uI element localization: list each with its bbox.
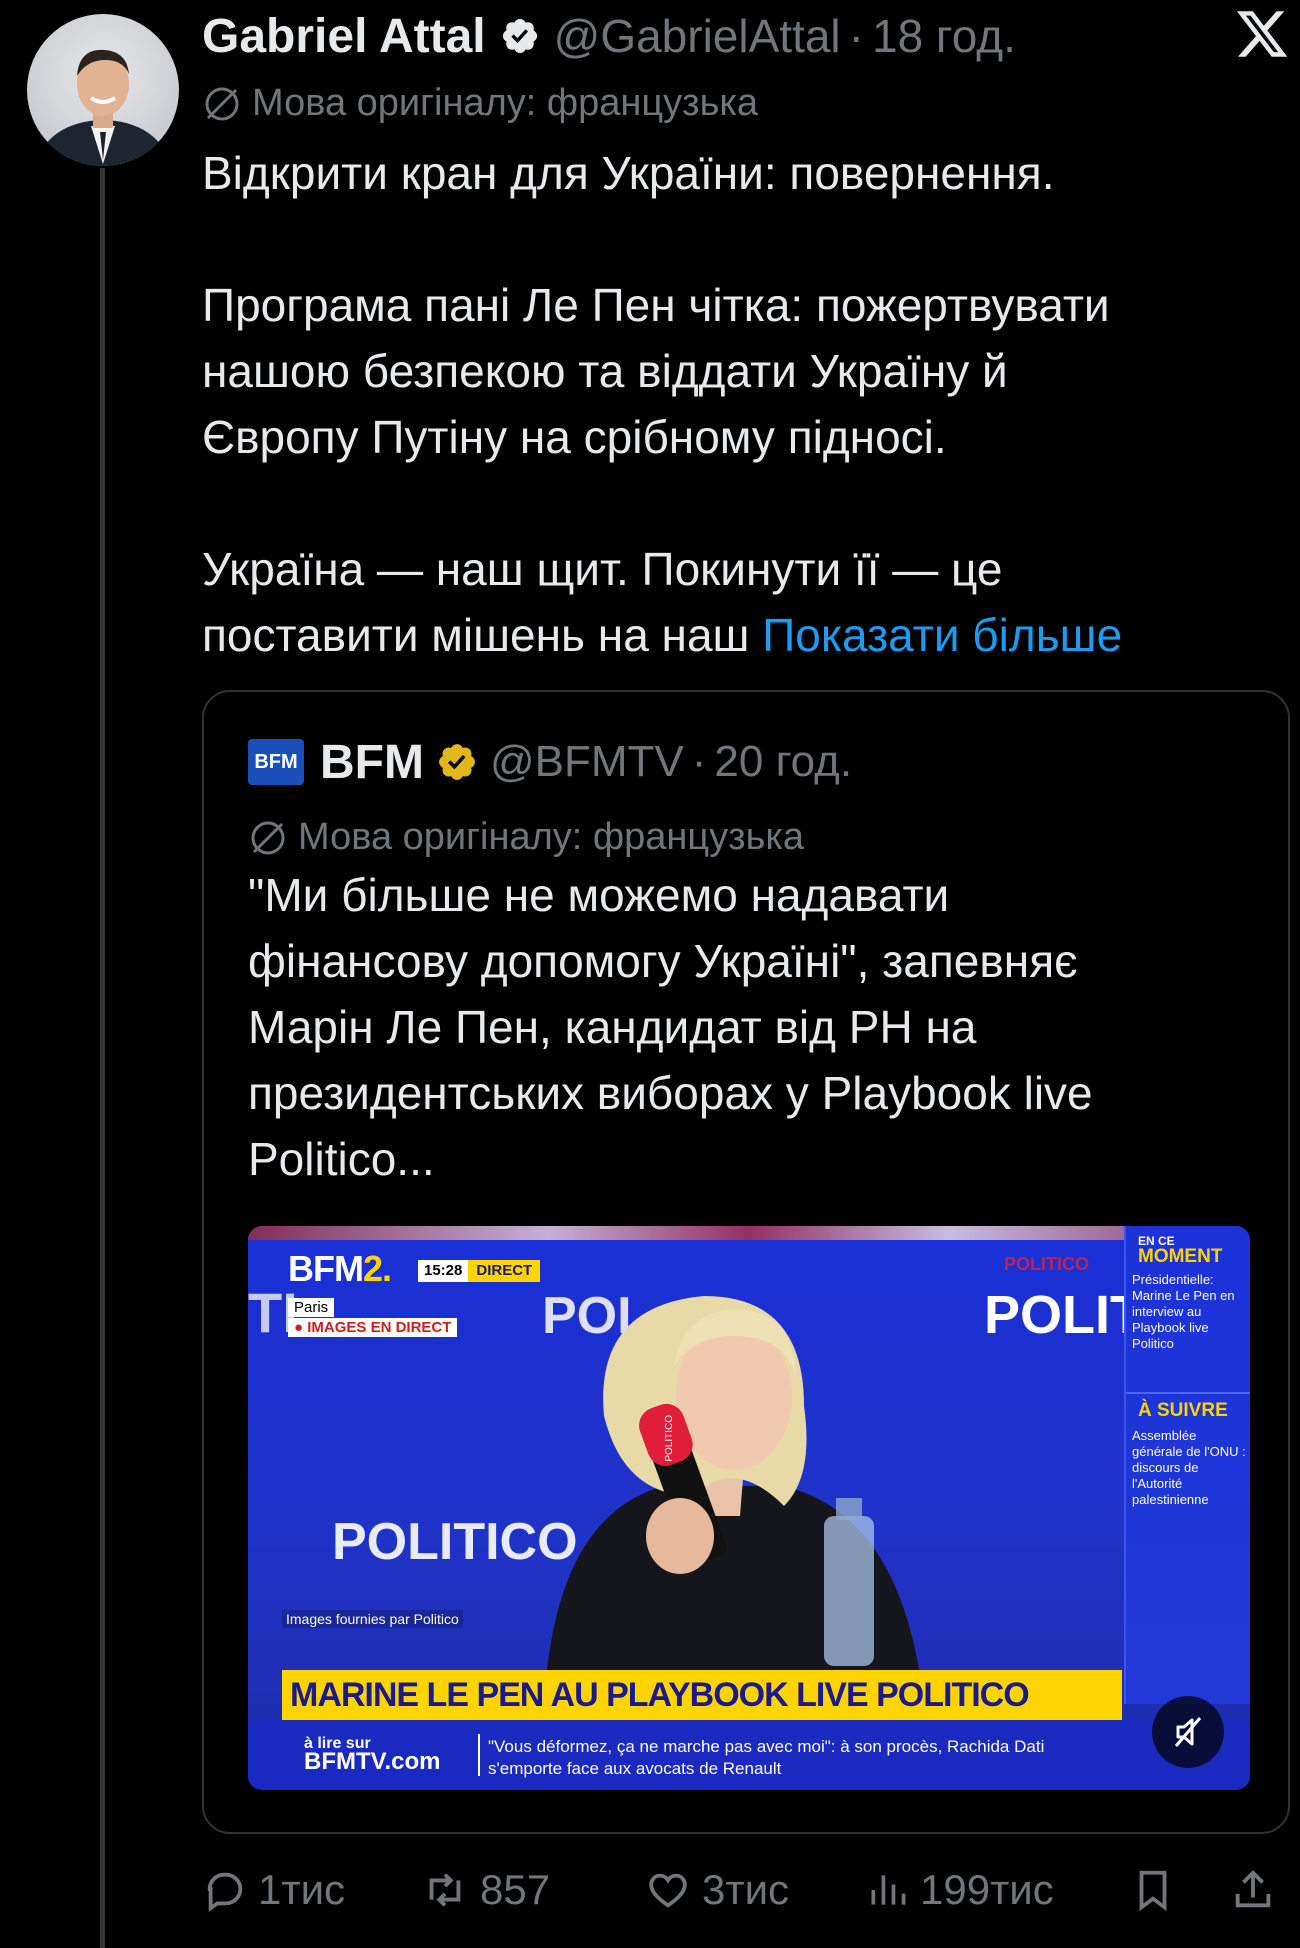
quoted-header-separator: · xyxy=(691,737,707,786)
ticker-divider xyxy=(478,1734,480,1776)
news-ticker: "Vous déformez, ça ne marche pas avec mo… xyxy=(488,1737,1045,1778)
quoted-author-handle[interactable]: @BFMTV xyxy=(490,737,684,787)
video-side-panel: EN CE MOMENT Présidentielle: Marine Le P… xyxy=(1124,1226,1250,1704)
reply-icon xyxy=(207,1872,243,1912)
tweet-paragraph-1: Відкрити кран для України: повернення. xyxy=(202,147,1055,199)
bfm-avatar[interactable]: BFM xyxy=(248,739,304,785)
quoted-line: фінансову допомогу Україні", запевняє xyxy=(248,935,1078,987)
reply-button[interactable]: 1тис xyxy=(202,1860,345,1920)
side-suivre: À SUIVRE xyxy=(1138,1400,1228,1421)
share-icon xyxy=(1235,1870,1271,1908)
verified-badge-icon xyxy=(500,16,540,56)
speaker-muted-icon xyxy=(1174,1717,1202,1747)
views-button[interactable]: 199тис xyxy=(866,1860,1054,1920)
bookmark-icon xyxy=(1139,1870,1167,1912)
quoted-line: Politico... xyxy=(248,1133,435,1185)
quoted-translation-note: Мова оригіналу: французька xyxy=(248,816,804,859)
tweet-line: поставити мішень на наш Показати більше xyxy=(202,602,1262,668)
translation-note-text: Мова оригіналу: французька xyxy=(298,816,804,858)
author-handle[interactable]: @GabrielAttal xyxy=(554,9,841,63)
video-player[interactable]: TI POI POLITICO POLIT POLITICO POLITICO … xyxy=(248,1226,1250,1790)
repost-icon xyxy=(429,1873,461,1907)
video-headline-banner: MARINE LE PEN AU PLAYBOOK LIVE POLITICO xyxy=(282,1670,1122,1720)
tweet-text: Відкрити кран для України: повернення. П… xyxy=(202,140,1262,668)
heart-icon xyxy=(649,1873,687,1908)
bookmark-button[interactable] xyxy=(1130,1860,1186,1920)
video-bg-text: POLIT xyxy=(984,1285,1143,1345)
translate-icon xyxy=(202,84,242,124)
quoted-line: Марін Ле Пен, кандидат від РН на xyxy=(248,1001,977,1053)
channel-logo: BFM2. xyxy=(288,1248,392,1290)
repost-button[interactable]: 857 xyxy=(420,1860,550,1920)
tweet-line: Україна — наш щит. Покинути її — це xyxy=(202,543,1003,595)
views-count: 199тис xyxy=(920,1866,1054,1913)
live-images-label: ● IMAGES EN DIRECT xyxy=(288,1318,458,1337)
show-more-link[interactable]: Показати більше xyxy=(762,609,1122,661)
quoted-author-name[interactable]: BFM xyxy=(320,735,424,790)
location-label: Paris xyxy=(288,1298,335,1317)
views-chart-icon xyxy=(871,1875,906,1905)
like-button[interactable]: 3тис xyxy=(644,1860,789,1920)
reply-count: 1тис xyxy=(258,1866,346,1913)
read-on-site: à lire sur BFMTV.com xyxy=(304,1736,441,1775)
translation-note: Мова оригіналу: французька xyxy=(202,82,758,125)
live-time-box: 15:28 DIRECT xyxy=(418,1260,541,1282)
speaker-figure: POLITICO xyxy=(544,1296,924,1706)
side-divider xyxy=(1126,1392,1250,1394)
side-moment-text: Présidentielle: Marine Le Pen en intervi… xyxy=(1132,1272,1235,1351)
direct-label: DIRECT xyxy=(468,1260,541,1282)
tweet-header: Gabriel Attal @GabrielAttal · 18 год. xyxy=(202,6,1016,66)
author-name[interactable]: Gabriel Attal xyxy=(202,9,486,64)
channel-logo-text: BFM xyxy=(288,1248,364,1289)
author-avatar[interactable] xyxy=(27,14,179,166)
side-moment: MOMENT xyxy=(1138,1246,1223,1267)
quoted-line: президентських виборах у Playbook live xyxy=(248,1067,1093,1119)
quoted-tweet-text: "Ми більше не можемо надавати фінансову … xyxy=(248,862,1248,1192)
tweet-timestamp[interactable]: 18 год. xyxy=(872,9,1016,63)
read-on-site-name: BFMTV.com xyxy=(304,1748,441,1775)
quoted-timestamp[interactable]: 20 год. xyxy=(714,737,852,787)
mute-button[interactable] xyxy=(1152,1696,1224,1768)
tweet-action-bar: 1тис 857 3тис 199тис xyxy=(202,1860,1292,1920)
side-suivre-text: Assemblée générale de l'ONU : discours d… xyxy=(1132,1428,1246,1507)
video-bg-text: POLITICO xyxy=(1004,1254,1089,1274)
translation-note-text: Мова оригіналу: французька xyxy=(252,82,758,124)
verified-gold-badge-icon xyxy=(436,741,478,783)
x-logo-icon xyxy=(1234,6,1290,62)
quoted-tweet-card[interactable]: BFM BFM @BFMTV · 20 год. Мова оригіналу:… xyxy=(202,690,1290,1834)
translate-icon xyxy=(248,818,288,858)
thread-line xyxy=(100,168,105,1948)
tweet-line: нашою безпекою та віддати Україну й xyxy=(202,345,1008,397)
share-button[interactable] xyxy=(1230,1860,1286,1920)
mic-flag-text: POLITICO xyxy=(664,1415,675,1462)
live-clock: 15:28 xyxy=(418,1260,469,1282)
tweet-line: Програма пані Ле Пен чітка: пожертвувати xyxy=(202,279,1110,331)
video-top-strip xyxy=(248,1226,1250,1240)
quoted-tweet-header: BFM BFM @BFMTV · 20 год. xyxy=(248,732,852,792)
quoted-line: "Ми більше не можемо надавати xyxy=(248,869,950,921)
like-count: 3тис xyxy=(702,1866,790,1913)
channel-logo-number: 2. xyxy=(362,1248,392,1289)
image-credit: Images fournies par Politico xyxy=(282,1610,463,1628)
header-separator: · xyxy=(848,10,864,62)
tweet-line-text: поставити мішень на наш xyxy=(202,609,763,661)
tweet-line: Європу Путіну на срібному підносі. xyxy=(202,411,947,463)
repost-count: 857 xyxy=(480,1866,551,1913)
